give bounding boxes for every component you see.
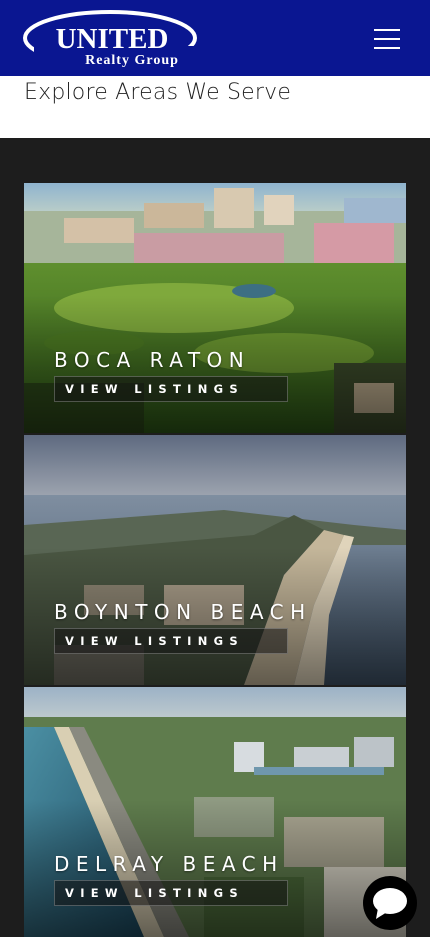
logo-name-line2: Realty Group — [85, 53, 179, 68]
logo-name-line1: UNITED — [56, 23, 169, 55]
view-listings-button[interactable]: VIEW LISTINGS — [54, 376, 288, 402]
area-card-delray-beach[interactable]: DELRAY BEACH VIEW LISTINGS — [24, 687, 406, 937]
area-title: BOYNTON BEACH — [54, 600, 312, 624]
united-realty-logo[interactable]: UNITED Realty Group — [22, 8, 202, 68]
page-title: Explore Areas We Serve — [24, 80, 292, 105]
area-card-boca-raton[interactable]: BOCA RATON VIEW LISTINGS — [24, 183, 406, 433]
chat-button[interactable] — [363, 876, 417, 930]
area-card-boynton-beach[interactable]: BOYNTON BEACH VIEW LISTINGS — [24, 435, 406, 685]
area-title: DELRAY BEACH — [54, 852, 284, 876]
view-listings-button[interactable]: VIEW LISTINGS — [54, 628, 288, 654]
explore-section-header: Explore Areas We Serve — [0, 76, 430, 138]
area-title: BOCA RATON — [54, 348, 251, 372]
site-header: UNITED Realty Group — [0, 0, 430, 76]
chat-bubble-icon — [373, 888, 407, 919]
hamburger-menu-icon[interactable] — [370, 24, 404, 54]
view-listings-button[interactable]: VIEW LISTINGS — [54, 880, 288, 906]
